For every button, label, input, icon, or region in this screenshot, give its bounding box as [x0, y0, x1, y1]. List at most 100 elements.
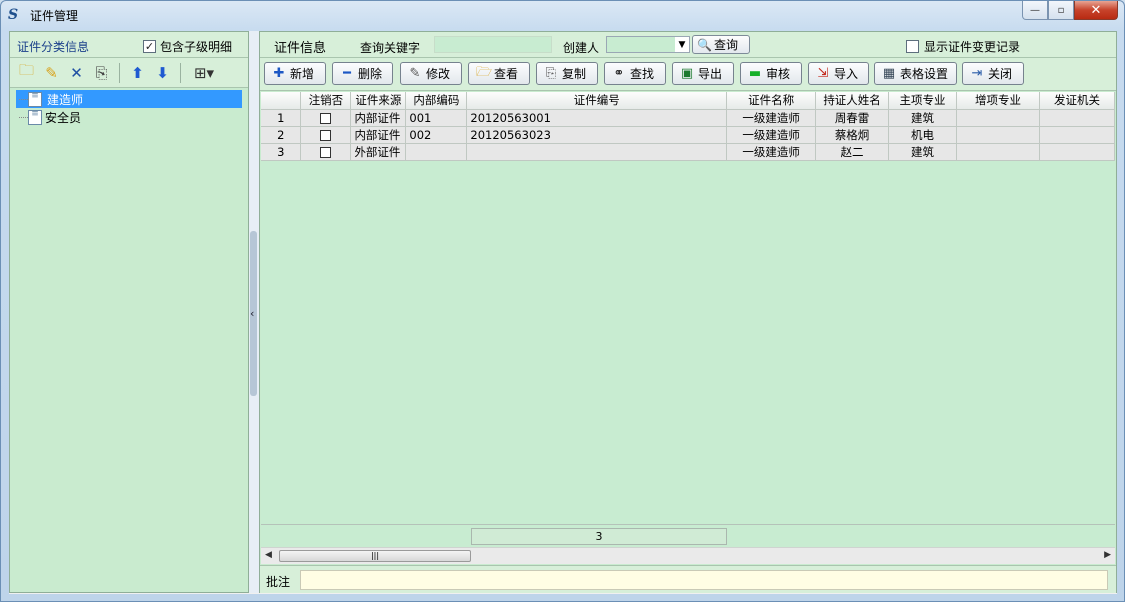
import-button-label: 导入: [834, 67, 859, 81]
delete-icon[interactable]: ✕: [67, 63, 86, 82]
app-logo-icon: S: [8, 7, 19, 23]
close-button[interactable]: ⇥ 关闭: [962, 62, 1024, 85]
arrow-up-icon[interactable]: ⬆: [128, 63, 147, 82]
add-folder-icon[interactable]: 🗀: [17, 61, 36, 82]
col-header-cert-no[interactable]: 证件编号: [466, 92, 728, 110]
col-header-authority[interactable]: 发证机关: [1039, 92, 1115, 110]
title-bar[interactable]: S 证件管理 — ▫ ✕: [1, 1, 1124, 29]
action-toolbar: ✚ 新增 ━ 删除 ✎ 修改 🗁 查看 ⎘ 复制 ⚭ 查找 ▣ 导出 ▬ 审核 …: [260, 58, 1116, 91]
category-panel-title: 证件分类信息: [17, 40, 90, 54]
maximize-button[interactable]: ▫: [1048, 1, 1074, 20]
holder-cell[interactable]: 周春雷: [815, 109, 890, 127]
chevron-down-icon[interactable]: ▼: [675, 37, 689, 52]
panel-splitter[interactable]: ‹: [249, 31, 259, 593]
extra-major-cell[interactable]: [956, 109, 1040, 127]
authority-cell[interactable]: [1039, 143, 1115, 161]
collapse-left-icon[interactable]: ‹: [250, 307, 254, 320]
export-button-label: 导出: [698, 67, 723, 81]
col-header-cert-name[interactable]: 证件名称: [726, 92, 817, 110]
find-button[interactable]: ⚭ 查找: [604, 62, 666, 85]
major-cell[interactable]: 机电: [888, 126, 958, 144]
refresh-icon[interactable]: ⎘: [92, 63, 111, 82]
export-button[interactable]: ▣ 导出: [672, 62, 734, 85]
edit-button[interactable]: ✎ 修改: [400, 62, 462, 85]
cancelled-cell[interactable]: [300, 143, 352, 161]
cert-no-cell[interactable]: 20120563023: [466, 126, 728, 144]
edit-button-label: 修改: [426, 67, 451, 81]
cancelled-cell[interactable]: [300, 126, 352, 144]
source-cell[interactable]: 内部证件: [350, 126, 407, 144]
import-button[interactable]: ⇲ 导入: [808, 62, 869, 85]
scroll-right-icon[interactable]: ▶: [1104, 550, 1111, 560]
scrollbar-thumb[interactable]: |||: [279, 550, 471, 562]
remark-input[interactable]: [300, 570, 1108, 590]
arrow-down-icon[interactable]: ⬇: [153, 63, 172, 82]
cancelled-checkbox[interactable]: [320, 112, 332, 124]
source-cell[interactable]: 外部证件: [350, 143, 407, 161]
extra-major-cell[interactable]: [956, 126, 1040, 144]
code-cell[interactable]: 002: [405, 126, 468, 144]
minimize-button[interactable]: —: [1022, 1, 1048, 20]
holder-cell[interactable]: 蔡格炯: [815, 126, 890, 144]
authority-cell[interactable]: [1039, 109, 1115, 127]
col-header-extra-major[interactable]: 增项专业: [956, 92, 1040, 110]
col-header-source[interactable]: 证件来源: [350, 92, 407, 110]
row-number: 1: [261, 109, 302, 127]
cert-name-cell[interactable]: 一级建造师: [726, 126, 817, 144]
extra-major-cell[interactable]: [956, 143, 1040, 161]
delete-button[interactable]: ━ 删除: [332, 62, 393, 85]
col-header-code[interactable]: 内部编码: [405, 92, 468, 110]
category-panel-header: 证件分类信息 ✓ 包含子级明细: [10, 32, 248, 58]
tree-view-icon[interactable]: ⊞▾: [189, 63, 219, 82]
tree-item-safety[interactable]: ≡ 安全员: [16, 108, 242, 126]
tree-item-builder[interactable]: ≡ 建造师: [16, 90, 242, 108]
approve-button[interactable]: ▬ 审核: [740, 62, 802, 85]
col-header-index[interactable]: [261, 92, 302, 110]
grid-footer: 3: [261, 524, 1115, 546]
add-button[interactable]: ✚ 新增: [264, 62, 326, 85]
search-button[interactable]: 🔍 查询: [692, 35, 750, 54]
major-cell[interactable]: 建筑: [888, 143, 958, 161]
col-header-cancelled[interactable]: 注销否: [300, 92, 352, 110]
col-header-major[interactable]: 主项专业: [888, 92, 958, 110]
cancelled-checkbox[interactable]: [320, 146, 332, 158]
code-cell[interactable]: 001: [405, 109, 468, 127]
cert-name-cell[interactable]: 一级建造师: [726, 109, 817, 127]
keyword-input[interactable]: [434, 36, 552, 53]
include-children-option[interactable]: ✓ 包含子级明细: [143, 38, 232, 55]
grid-settings-button[interactable]: ▦ 表格设置: [874, 62, 957, 85]
cancelled-checkbox[interactable]: [320, 129, 332, 141]
exit-door-icon: ⇥: [971, 66, 983, 81]
edit-folder-icon[interactable]: ✎: [42, 63, 61, 82]
excel-icon: ▣: [680, 66, 694, 81]
toolbar-separator: [180, 62, 181, 83]
show-changes-checkbox[interactable]: [906, 40, 919, 53]
cert-name-cell[interactable]: 一级建造师: [726, 143, 817, 161]
cert-no-cell[interactable]: 20120563001: [466, 109, 728, 127]
view-button[interactable]: 🗁 查看: [468, 62, 530, 85]
horizontal-scrollbar[interactable]: ◀ ||| ▶: [261, 547, 1115, 564]
cancelled-cell[interactable]: [300, 109, 352, 127]
minimize-icon: —: [1030, 4, 1040, 16]
cert-no-cell[interactable]: [466, 143, 728, 161]
close-window-button[interactable]: ✕: [1074, 1, 1118, 20]
code-cell[interactable]: [405, 143, 468, 161]
document-icon: ≡: [28, 109, 42, 125]
copy-button-label: 复制: [562, 67, 587, 81]
table-row[interactable]: 3 外部证件 一级建造师 赵二 建筑: [261, 143, 1115, 161]
category-panel: 证件分类信息 ✓ 包含子级明细 🗀 ✎ ✕ ⎘ ⬆ ⬇ ⊞▾ ≡ 建造师 ≡ 安…: [9, 31, 249, 593]
include-children-checkbox[interactable]: ✓: [143, 40, 156, 53]
scroll-left-icon[interactable]: ◀: [265, 550, 272, 560]
holder-cell[interactable]: 赵二: [815, 143, 890, 161]
authority-cell[interactable]: [1039, 126, 1115, 144]
window-controls: — ▫ ✕: [1022, 1, 1118, 20]
table-row[interactable]: 2 内部证件 002 20120563023 一级建造师 蔡格炯 机电: [261, 126, 1115, 144]
copy-button[interactable]: ⎘ 复制: [536, 62, 598, 85]
source-cell[interactable]: 内部证件: [350, 109, 407, 127]
col-header-holder[interactable]: 持证人姓名: [815, 92, 890, 110]
creator-select[interactable]: ▼: [606, 36, 690, 53]
major-cell[interactable]: 建筑: [888, 109, 958, 127]
show-changes-option[interactable]: 显示证件变更记录: [906, 38, 1020, 55]
table-row[interactable]: 1 内部证件 001 20120563001 一级建造师 周春雷 建筑: [261, 109, 1115, 127]
view-button-label: 查看: [494, 67, 519, 81]
